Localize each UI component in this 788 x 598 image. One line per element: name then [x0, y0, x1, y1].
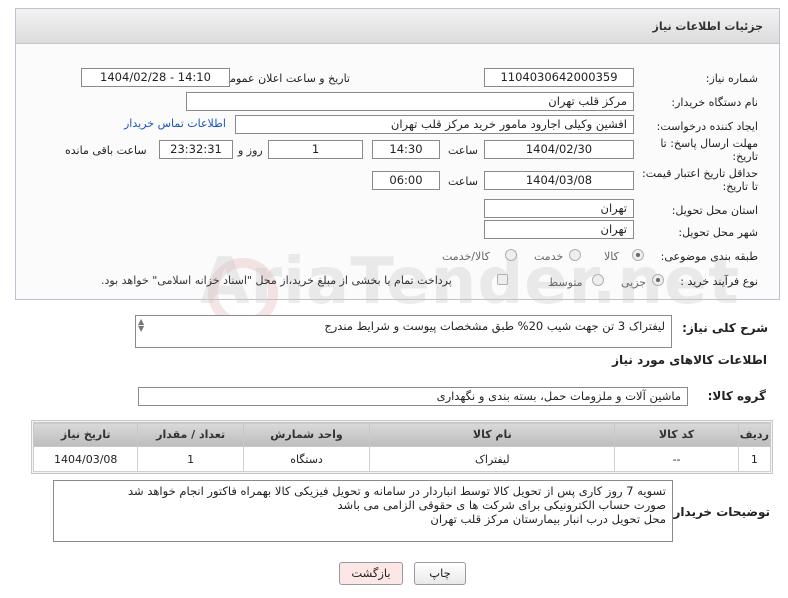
goods-group-label: گروه کالا: — [707, 389, 766, 403]
city-label: شهر محل تحویل: — [678, 226, 758, 239]
creator-field: افشین وکیلی اجارود مامور خرید مرکز قلب ت… — [235, 115, 634, 134]
description-textarea[interactable]: لیفتراک 3 تن جهت شیب 20% طبق مشخصات پیوس… — [135, 315, 672, 348]
process-radio-medium[interactable] — [592, 274, 604, 286]
buyer-notes-line-3: محل تحویل درب انبار بیمارستان مرکز قلب ت… — [430, 512, 666, 526]
col-unit-header: واحد شمارش — [242, 422, 371, 447]
need-number-field: 1104030642000359 — [484, 68, 634, 87]
resize-arrows-icon[interactable]: ▲ ▼ — [138, 318, 150, 333]
col-date-header: تاریخ نیاز — [32, 422, 139, 447]
province-field: تهران — [484, 199, 634, 218]
page-title: جزئیات اطلاعات نیاز — [652, 20, 764, 33]
cell-qty: 1 — [137, 446, 244, 472]
table-row: 1 -- لیفتراک دستگاه 1 1404/03/08 — [32, 446, 772, 472]
goods-group-field: ماشین آلات و ملزومات حمل، بسته بندی و نگ… — [138, 387, 688, 406]
category-radio-service[interactable] — [569, 249, 581, 261]
validity-time-field: 06:00 — [372, 171, 440, 190]
col-row-header: ردیف — [737, 422, 772, 447]
cell-row: 1 — [737, 446, 772, 472]
panel-header: جزئیات اطلاعات نیاز — [16, 9, 779, 44]
cell-unit: دستگاه — [242, 446, 371, 472]
category-radio-goods-service[interactable] — [505, 249, 517, 261]
description-text: لیفتراک 3 تن جهت شیب 20% طبق مشخصات پیوس… — [324, 319, 665, 333]
days-field: 1 — [268, 140, 363, 159]
goods-section-title: اطلاعات کالاهای مورد نیاز — [612, 353, 767, 367]
buyer-org-field: مرکز قلب تهران — [186, 92, 634, 111]
process-option-minor: جزیی — [621, 276, 647, 289]
validity-date-field: 1404/03/08 — [484, 171, 634, 190]
cell-code: -- — [614, 446, 739, 472]
category-option-goods: کالا — [604, 250, 619, 263]
need-number-label: شماره نیاز: — [705, 72, 758, 85]
buyer-org-label: نام دستگاه خریدار: — [671, 96, 758, 109]
goods-table: ردیف کد کالا نام کالا واحد شمارش تعداد /… — [32, 422, 772, 472]
col-qty-header: تعداد / مقدار — [137, 422, 244, 447]
category-option-service: خدمت — [534, 250, 564, 263]
category-radio-goods[interactable] — [632, 249, 644, 261]
creator-label: ایجاد کننده درخواست: — [656, 120, 758, 133]
province-label: استان محل تحویل: — [671, 204, 758, 217]
treasury-payment-note: پرداخت تمام یا بخشی از مبلغ خرید،از محل … — [101, 274, 452, 287]
buyer-notes-label: توضیحات خریدار: — [668, 505, 770, 519]
remaining-time-field: 23:32:31 — [159, 140, 233, 159]
validity-label: حداقل تاریخ اعتبار قیمت: تا تاریخ: — [642, 167, 758, 193]
buyer-notes-textarea[interactable]: تسویه 7 روز کاری پس از تحویل کالا توسط ا… — [53, 480, 673, 542]
contact-info-link[interactable]: اطلاعات تماس خریدار — [124, 117, 226, 130]
col-name-header: نام کالا — [369, 422, 616, 447]
print-button[interactable]: چاپ — [414, 562, 466, 585]
validity-time-label: ساعت — [448, 175, 478, 188]
cell-name: لیفتراک — [369, 446, 616, 472]
deadline-label: مهلت ارسال پاسخ: تا تاریخ: — [660, 137, 758, 163]
deadline-time-label: ساعت — [448, 144, 478, 157]
city-field: تهران — [484, 220, 634, 239]
remaining-time-label: ساعت باقی مانده — [65, 144, 147, 157]
treasury-payment-checkbox[interactable] — [497, 274, 508, 285]
buyer-notes-line-2: صورت حساب الکترونیکی برای شرکت ها ی حقوق… — [337, 498, 666, 512]
cell-date: 1404/03/08 — [32, 446, 139, 472]
col-code-header: کد کالا — [614, 422, 739, 447]
description-label: شرح کلی نیاز: — [682, 321, 768, 335]
category-label: طبقه بندی موضوعی: — [660, 250, 758, 263]
process-label: نوع فرآیند خرید : — [680, 275, 758, 288]
days-label: روز و — [238, 144, 263, 157]
process-option-medium: متوسط — [548, 276, 583, 289]
buyer-notes-line-1: تسویه 7 روز کاری پس از تحویل کالا توسط ا… — [128, 484, 666, 498]
back-button[interactable]: بازگشت — [339, 562, 403, 585]
announce-label: تاریخ و ساعت اعلان عمومی: — [217, 72, 350, 85]
category-option-goods-service: کالا/خدمت — [442, 250, 490, 263]
process-radio-minor[interactable] — [652, 274, 664, 286]
deadline-date-field: 1404/02/30 — [484, 140, 634, 159]
announce-field: 1404/02/28 - 14:10 — [81, 68, 230, 87]
deadline-time-field: 14:30 — [372, 140, 440, 159]
